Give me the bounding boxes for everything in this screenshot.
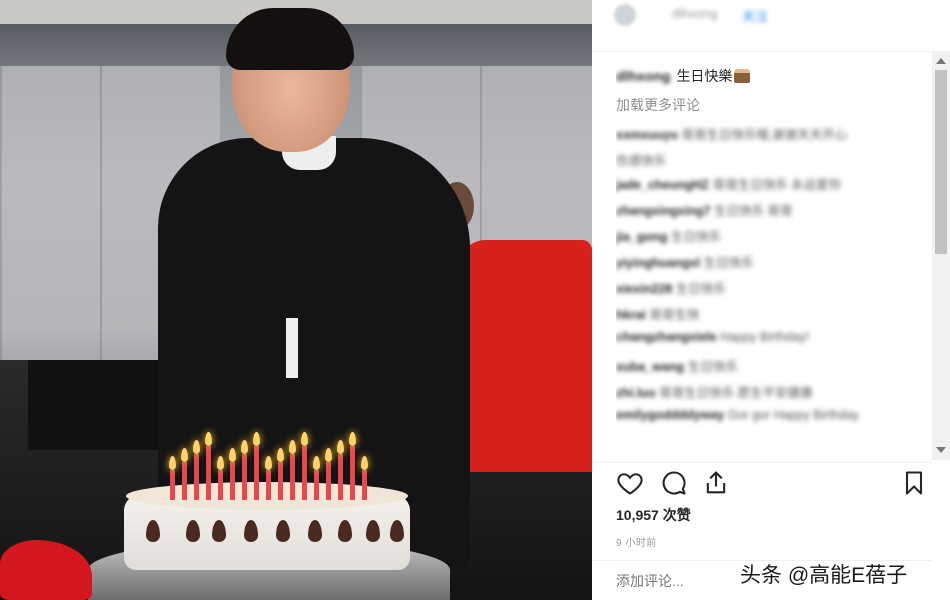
comment-row: changzhangxiele Happy Birthday! bbox=[616, 330, 809, 344]
scroll-down-arrow-icon[interactable] bbox=[936, 447, 946, 453]
comment-row: jia_gong 生日快乐 bbox=[616, 226, 721, 245]
comment-row: xiexin228 生日快乐 bbox=[616, 278, 726, 297]
comment-text: 哥哥生日快乐 愿生平安健康 bbox=[659, 386, 813, 400]
candle bbox=[194, 454, 199, 500]
candle bbox=[170, 470, 175, 500]
music-stand bbox=[28, 360, 158, 450]
candle bbox=[254, 446, 259, 500]
comment-text: 生日快乐 bbox=[703, 256, 754, 270]
candle-flame bbox=[265, 456, 272, 470]
candle bbox=[182, 462, 187, 500]
candle-flame bbox=[205, 432, 212, 446]
instagram-post: dlhxong 关注 dlhxong 生日快樂 加载更多评论 xxmxuuyu 哥… bbox=[0, 0, 950, 600]
candle bbox=[362, 470, 367, 500]
follow-button[interactable]: 关注 bbox=[742, 6, 768, 25]
comment-text: Gor gor Happy Birthday bbox=[727, 408, 860, 422]
comment-username[interactable]: xiexin228 bbox=[616, 282, 672, 296]
post-photo[interactable] bbox=[0, 0, 592, 600]
candle-flame bbox=[193, 440, 200, 454]
comment-text: 哥哥生快 bbox=[649, 308, 700, 322]
candle-flame bbox=[229, 448, 236, 462]
post-caption: dlhxong 生日快樂 bbox=[616, 66, 751, 86]
comment-text: 伤感快乐 bbox=[616, 154, 667, 168]
candle bbox=[242, 454, 247, 500]
candle bbox=[290, 454, 295, 500]
watermark: 头条 @高能E蓓子 bbox=[740, 564, 908, 587]
comment-row: jade_cheungHZ 哥哥生日快乐 永远爱你 bbox=[616, 174, 841, 193]
comment-username[interactable]: xuba_wang bbox=[616, 360, 684, 374]
bookmark-icon[interactable] bbox=[900, 469, 928, 497]
caption-username[interactable]: dlhxong bbox=[616, 68, 670, 84]
candle bbox=[266, 470, 271, 500]
comment-username[interactable]: jia_gong bbox=[616, 230, 667, 244]
comment-username[interactable]: zhi.luo bbox=[616, 386, 656, 400]
header-username[interactable]: dlhxong bbox=[672, 6, 718, 21]
comment-row: hkrai 哥哥生快 bbox=[616, 304, 699, 323]
candle bbox=[326, 462, 331, 500]
action-bar bbox=[592, 462, 932, 506]
post-header: dlhxong 关注 bbox=[592, 0, 950, 52]
scrollbar-thumb[interactable] bbox=[935, 70, 947, 254]
comment-text: 生日快乐 bbox=[670, 230, 721, 244]
comment-username[interactable]: yiyinghuangxl bbox=[616, 256, 700, 270]
candle-flame bbox=[349, 432, 356, 446]
comment-row: zhi.luo 哥哥生日快乐 愿生平安健康 bbox=[616, 382, 813, 401]
man-shirt bbox=[286, 318, 298, 378]
comment-username[interactable]: zhangxingxing7 bbox=[616, 204, 710, 218]
candle-flame bbox=[313, 456, 320, 470]
comment-row: yiyinghuangxl 生日快乐 bbox=[616, 252, 754, 271]
share-icon[interactable] bbox=[702, 469, 730, 497]
candle bbox=[302, 446, 307, 500]
post-timestamp: 9 小时前 bbox=[616, 538, 657, 549]
comment-row: xuba_wang 生日快乐 bbox=[616, 356, 738, 375]
like-count[interactable]: 10,957 次赞 bbox=[616, 505, 691, 525]
candle-flame bbox=[325, 448, 332, 462]
comment-username[interactable]: xxmxuuyu bbox=[616, 128, 678, 142]
comment-username[interactable]: jade_cheungHZ bbox=[616, 178, 709, 192]
candle-flame bbox=[181, 448, 188, 462]
candle bbox=[278, 462, 283, 500]
cake-emoji-icon bbox=[734, 69, 751, 83]
comment-username[interactable]: emilygoddddyway bbox=[616, 408, 724, 422]
scroll-up-arrow-icon[interactable] bbox=[936, 58, 946, 64]
candle-flame bbox=[289, 440, 296, 454]
comment-text: 生日快乐 bbox=[675, 282, 726, 296]
comment-row: emilygoddddyway Gor gor Happy Birthday bbox=[616, 408, 859, 422]
candle-flame bbox=[361, 456, 368, 470]
photo-wall-panel bbox=[0, 66, 100, 366]
comment-text: 生日快乐 哥哥 bbox=[713, 204, 793, 218]
comments-panel: dlhxong 关注 dlhxong 生日快樂 加载更多评论 xxmxuuyu 哥… bbox=[592, 0, 950, 600]
candle-flame bbox=[241, 440, 248, 454]
man-hair bbox=[226, 8, 354, 70]
comment-row: zhangxingxing7 生日快乐 哥哥 bbox=[616, 200, 792, 219]
avatar[interactable] bbox=[614, 4, 636, 26]
comment-row: xxmxuuyu 哥哥生日快乐哦,谢谢天天开心 bbox=[616, 124, 847, 143]
candle bbox=[230, 462, 235, 500]
candle-flame bbox=[301, 432, 308, 446]
comment-username[interactable]: hkrai bbox=[616, 308, 646, 322]
caption-text: 生日快樂 bbox=[676, 68, 733, 84]
candle bbox=[350, 446, 355, 500]
comment-username[interactable]: changzhangxiele bbox=[616, 330, 717, 344]
comment-list: dlhxong 生日快樂 加载更多评论 xxmxuuyu 哥哥生日快乐哦,谢谢天天… bbox=[616, 62, 932, 458]
background-person bbox=[458, 240, 592, 472]
candle-flame bbox=[217, 456, 224, 470]
comment-text: 哥哥生日快乐 永远爱你 bbox=[712, 178, 842, 192]
comment-text: 哥哥生日快乐哦,谢谢天天开心 bbox=[681, 128, 848, 142]
comment-icon[interactable] bbox=[660, 469, 688, 497]
candle-flame bbox=[337, 440, 344, 454]
candle bbox=[338, 454, 343, 500]
candle-flame bbox=[277, 448, 284, 462]
comment-text: 生日快乐 bbox=[687, 360, 738, 374]
candle bbox=[206, 446, 211, 500]
candle-flame bbox=[253, 432, 260, 446]
load-more-comments[interactable]: 加载更多评论 bbox=[616, 95, 700, 115]
heart-icon[interactable] bbox=[616, 469, 644, 497]
candle bbox=[218, 470, 223, 500]
candle bbox=[314, 470, 319, 500]
comment-row: 伤感快乐 bbox=[616, 150, 666, 169]
candle-flame bbox=[169, 456, 176, 470]
comment-text: Happy Birthday! bbox=[720, 330, 810, 344]
